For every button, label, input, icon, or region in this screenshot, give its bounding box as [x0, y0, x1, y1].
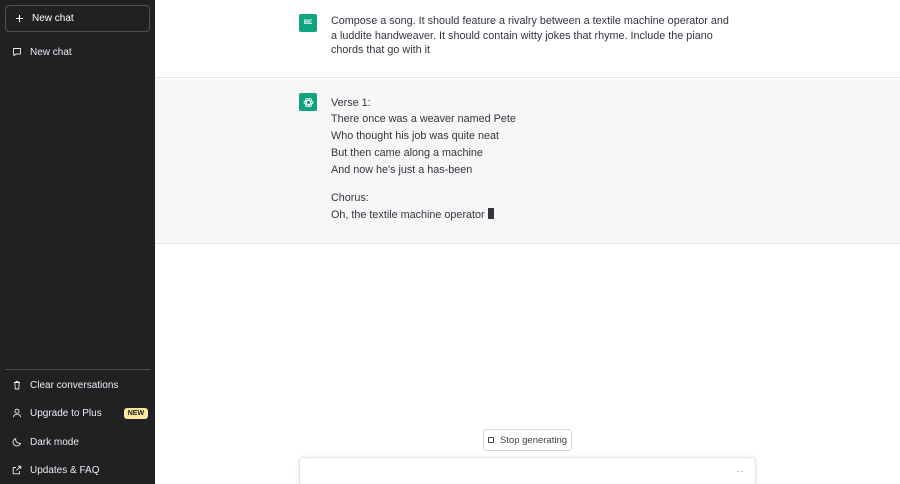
- dark-mode-toggle[interactable]: Dark mode: [5, 430, 150, 454]
- assistant-line: There once was a weaver named Pete: [331, 113, 516, 125]
- assistant-streaming-line: Oh, the textile machine operator: [331, 208, 494, 222]
- plus-icon: [14, 14, 24, 24]
- updates-faq-link[interactable]: Updates & FAQ: [5, 458, 150, 482]
- message-input[interactable]: [310, 464, 720, 482]
- sidebar-item-label: Upgrade to Plus: [30, 407, 102, 419]
- external-link-icon: [12, 465, 22, 475]
- assistant-line: And now he's just a has-been: [331, 164, 473, 176]
- chat-bubble-icon: [12, 47, 22, 57]
- assistant-line: Oh, the textile machine operator: [331, 209, 485, 221]
- assistant-line: Who thought his job was quite neat: [331, 130, 500, 142]
- upgrade-to-plus-button[interactable]: Upgrade to Plus NEW: [5, 401, 150, 425]
- loading-dots-icon: ··: [736, 466, 745, 477]
- moon-icon: [12, 437, 22, 447]
- user-message: BE Compose a song. It should feature a r…: [155, 0, 900, 78]
- openai-logo-icon: [302, 97, 314, 107]
- user-avatar: BE: [299, 14, 317, 32]
- main-panel: BE Compose a song. It should feature a r…: [155, 0, 900, 484]
- typing-cursor: [487, 208, 494, 219]
- stop-generating-label: Stop generating: [499, 434, 568, 446]
- clear-conversations-button[interactable]: Clear conversations: [5, 373, 150, 397]
- message-composer[interactable]: ··: [299, 457, 756, 484]
- sidebar-item-label: Dark mode: [30, 436, 79, 448]
- assistant-line: Verse 1:: [331, 97, 371, 109]
- assistant-line: But then came along a machine: [331, 147, 483, 159]
- new-badge: NEW: [123, 407, 149, 419]
- sidebar-item-label: Clear conversations: [30, 379, 119, 391]
- trash-icon: [12, 380, 22, 390]
- user-icon: [12, 408, 22, 418]
- new-chat-label: New chat: [32, 13, 74, 24]
- sidebar-item-chat[interactable]: New chat: [5, 40, 150, 64]
- sidebar-item-label: New chat: [30, 46, 72, 58]
- sidebar-item-label: Updates & FAQ: [30, 464, 100, 476]
- new-chat-button[interactable]: New chat: [5, 5, 150, 32]
- sidebar-divider: [5, 369, 150, 370]
- stop-generating-button[interactable]: Stop generating: [483, 429, 572, 451]
- assistant-message: [155, 79, 900, 244]
- stop-square-icon: [487, 437, 494, 443]
- user-message-text: Compose a song. It should feature a riva…: [331, 15, 729, 56]
- assistant-avatar: [299, 93, 317, 111]
- sidebar: New chat New chat Clear conversations Up…: [0, 0, 155, 484]
- assistant-line: Chorus:: [331, 192, 369, 204]
